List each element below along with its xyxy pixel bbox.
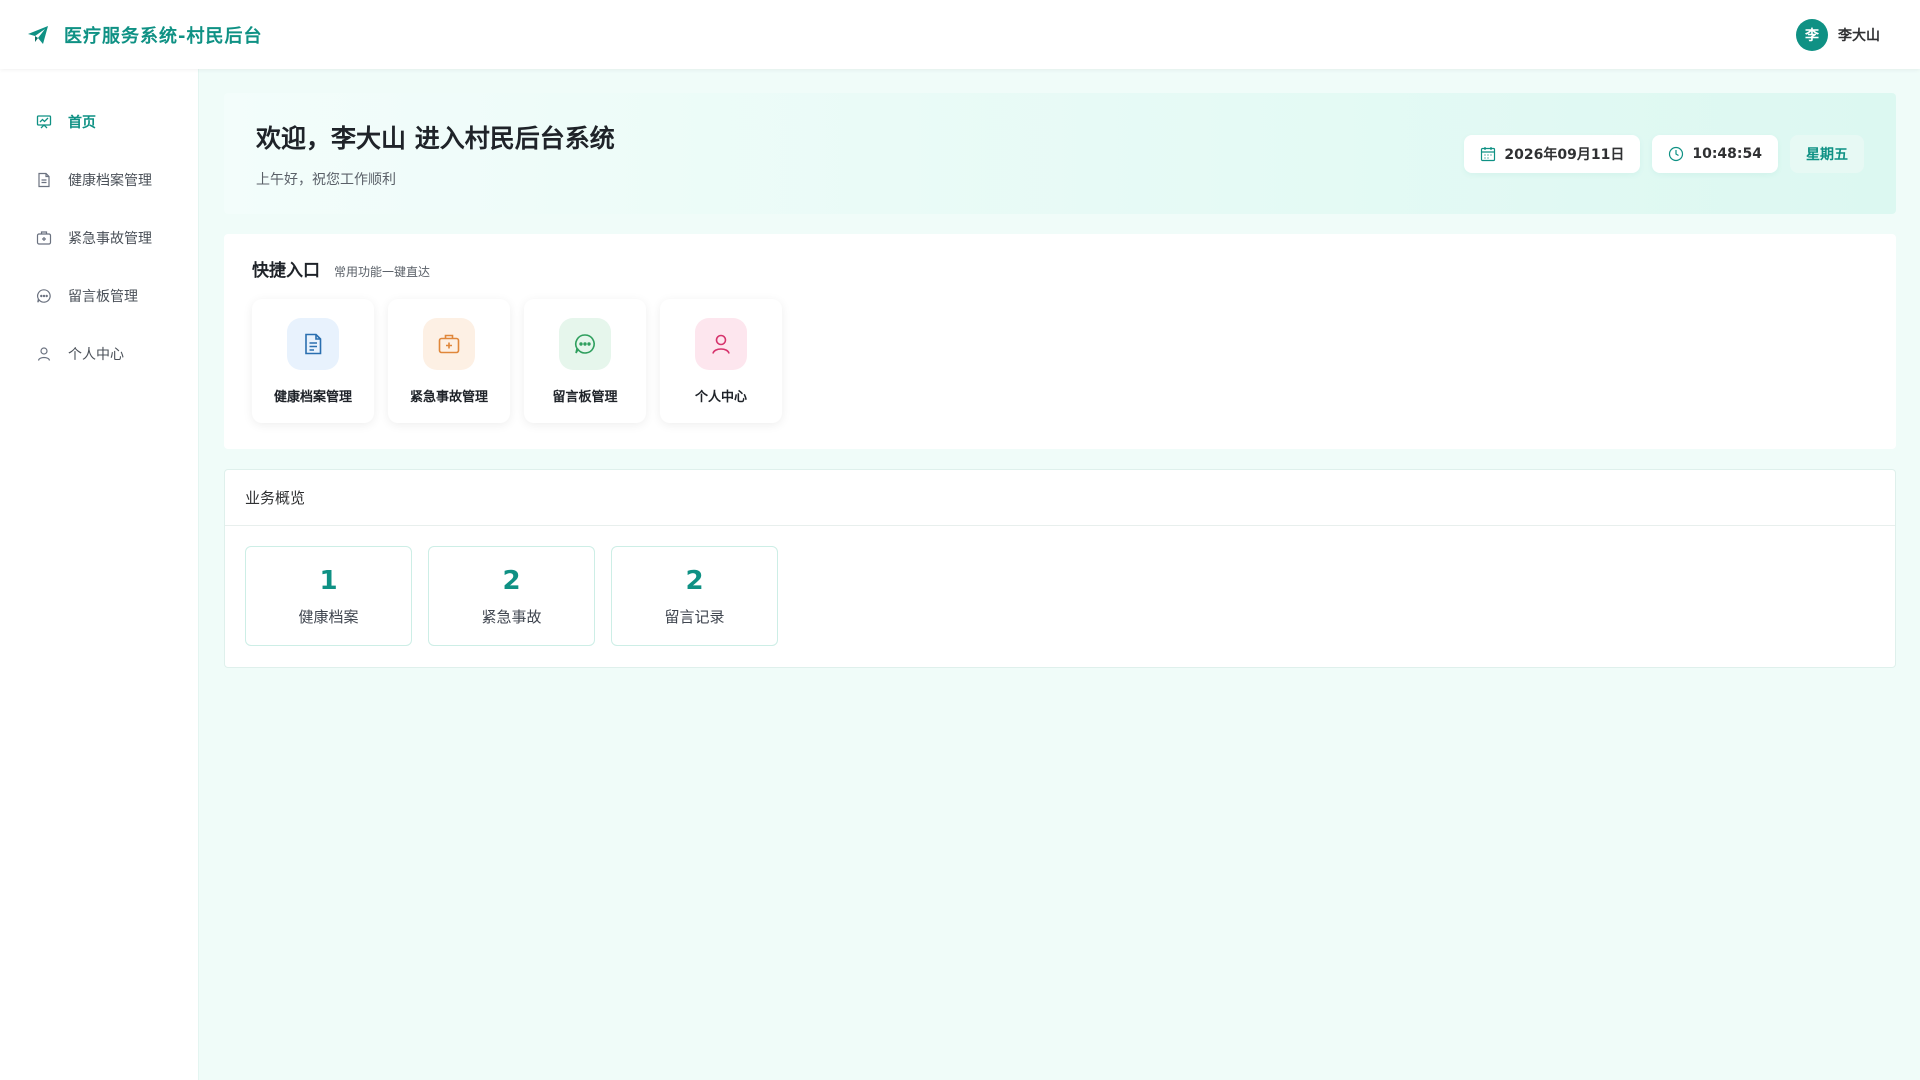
- stat-value: 1: [319, 565, 338, 596]
- quick-card-message-board[interactable]: 留言板管理: [524, 299, 646, 423]
- datetime-pills: 2026年09月11日 10:48:54 星期五: [1464, 134, 1864, 173]
- weekday-text: 星期五: [1806, 146, 1848, 163]
- overview-title: 业务概览: [225, 470, 1895, 526]
- sidebar-item-health-records[interactable]: 健康档案管理: [0, 151, 198, 209]
- date-pill: 2026年09月11日: [1464, 134, 1641, 173]
- welcome-text: 欢迎，李大山 进入村民后台系统 上午好，祝您工作顺利: [256, 119, 615, 189]
- stat-value: 2: [502, 565, 521, 596]
- quick-card-health-records[interactable]: 健康档案管理: [252, 299, 374, 423]
- quick-card-emergency[interactable]: 紧急事故管理: [388, 299, 510, 423]
- document-icon: [36, 172, 52, 188]
- stat-label: 留言记录: [664, 607, 725, 626]
- quick-access-cards: 健康档案管理 紧急事故管理 留言板管理 个人中心: [252, 299, 1868, 423]
- avatar[interactable]: 李: [1796, 18, 1828, 51]
- top-header: 医疗服务系统-村民后台 李 李大山: [0, 0, 1920, 69]
- sidebar-item-label: 首页: [68, 115, 96, 131]
- stat-value: 2: [685, 565, 704, 596]
- overview-stats: 1 健康档案 2 紧急事故 2 留言记录: [225, 526, 1895, 666]
- weekday-pill: 星期五: [1790, 134, 1864, 173]
- welcome-banner: 欢迎，李大山 进入村民后台系统 上午好，祝您工作顺利 2026年09月11日 1…: [224, 93, 1896, 214]
- welcome-title: 欢迎，李大山 进入村民后台系统: [256, 123, 615, 153]
- user-icon: [695, 317, 747, 370]
- chat-icon: [36, 288, 52, 304]
- sidebar-item-label: 健康档案管理: [68, 173, 152, 189]
- time-text: 10:48:54: [1692, 145, 1762, 162]
- stat-label: 紧急事故: [481, 607, 542, 626]
- stat-label: 健康档案: [298, 607, 359, 626]
- quick-card-label: 紧急事故管理: [409, 389, 488, 405]
- time-pill: 10:48:54: [1652, 134, 1778, 173]
- medical-kit-icon: [423, 317, 475, 370]
- quick-access-subtitle: 常用功能一键直达: [334, 265, 431, 279]
- stat-card-health-records[interactable]: 1 健康档案: [245, 546, 412, 646]
- dashboard-icon: [36, 114, 52, 130]
- business-overview-panel: 业务概览 1 健康档案 2 紧急事故 2 留言记录: [224, 469, 1896, 668]
- quick-card-label: 留言板管理: [552, 389, 618, 405]
- brand[interactable]: 医疗服务系统-村民后台: [26, 22, 262, 48]
- sidebar: 首页 健康档案管理 紧急事故管理 留言板管理 个人中心: [0, 69, 199, 1080]
- sidebar-item-label: 留言板管理: [68, 289, 138, 305]
- document-icon: [287, 317, 339, 370]
- user-name[interactable]: 李大山: [1838, 25, 1880, 45]
- quick-card-profile[interactable]: 个人中心: [660, 299, 782, 423]
- quick-access-panel: 快捷入口 常用功能一键直达 健康档案管理 紧急事故管理 留言板管理 个人中心: [224, 234, 1896, 449]
- clock-icon: [1668, 146, 1684, 162]
- stat-card-emergency[interactable]: 2 紧急事故: [428, 546, 595, 646]
- main-content: 欢迎，李大山 进入村民后台系统 上午好，祝您工作顺利 2026年09月11日 1…: [224, 93, 1896, 668]
- quick-card-label: 健康档案管理: [273, 389, 352, 405]
- sidebar-item-message-board[interactable]: 留言板管理: [0, 267, 198, 325]
- quick-access-title: 快捷入口: [252, 261, 320, 281]
- sidebar-item-emergency[interactable]: 紧急事故管理: [0, 209, 198, 267]
- stat-card-messages[interactable]: 2 留言记录: [611, 546, 778, 646]
- sidebar-item-profile[interactable]: 个人中心: [0, 325, 198, 383]
- chat-icon: [559, 317, 611, 370]
- quick-card-label: 个人中心: [694, 389, 747, 405]
- welcome-subtitle: 上午好，祝您工作顺利: [256, 171, 396, 188]
- sidebar-item-label: 个人中心: [68, 347, 124, 363]
- user-icon: [36, 346, 52, 362]
- sidebar-item-label: 紧急事故管理: [68, 231, 152, 247]
- app-title: 医疗服务系统-村民后台: [64, 25, 263, 47]
- calendar-icon: [1480, 146, 1496, 162]
- user-menu[interactable]: 李 李大山: [1796, 18, 1880, 51]
- date-text: 2026年09月11日: [1504, 146, 1625, 163]
- medical-kit-icon: [36, 230, 52, 246]
- sidebar-item-home[interactable]: 首页: [0, 93, 198, 151]
- quick-access-header: 快捷入口 常用功能一键直达: [252, 256, 1868, 281]
- paper-plane-icon: [26, 23, 50, 47]
